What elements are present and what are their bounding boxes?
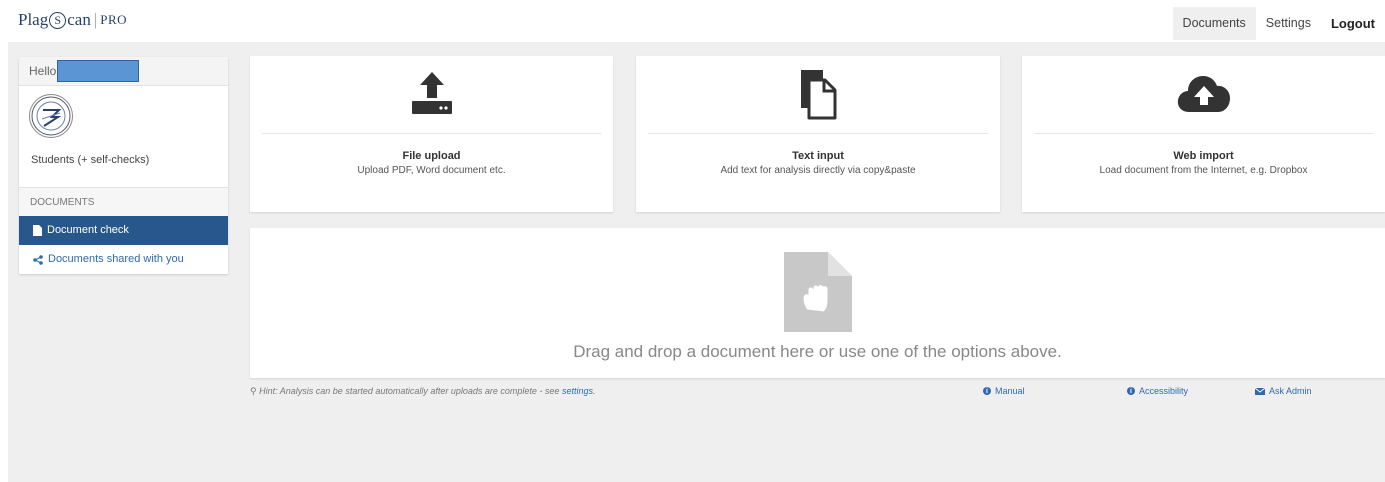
text-input-card[interactable]: Text input Add text for analysis directl… (636, 56, 1000, 212)
hint-prefix: Hint: Analysis can be started automatica… (259, 386, 562, 396)
logo-text-part1: Plag (18, 10, 49, 29)
card-divider (262, 133, 601, 134)
document-hand-icon (784, 252, 852, 332)
web-import-card[interactable]: Web import Load document from the Intern… (1022, 56, 1385, 212)
upload-icon (411, 72, 452, 114)
organization-logo-icon (29, 94, 73, 138)
section-header-documents: DOCUMENTS (19, 187, 228, 216)
top-nav: Documents Settings Logout (1172, 7, 1385, 40)
file-icon (33, 225, 42, 236)
hint-text: ⚲ Hint: Analysis can be started automati… (250, 386, 595, 397)
info-icon: i (1127, 387, 1135, 395)
file-upload-card[interactable]: File upload Upload PDF, Word document et… (250, 56, 613, 212)
card-description: Load document from the Internet, e.g. Dr… (1099, 165, 1308, 176)
logo-separator: | (93, 10, 98, 29)
card-description: Add text for analysis directly via copy&… (720, 165, 916, 176)
top-bar: Plag Scan | PRO Documents Settings Logout (0, 0, 1385, 42)
sidebar: Hello Students (+ self-checks) DOCUMENTS… (19, 57, 228, 274)
sidebar-item-shared-documents[interactable]: Documents shared with you (19, 245, 228, 274)
hello-label: Hello (29, 64, 57, 78)
card-description: Upload PDF, Word document etc. (357, 165, 506, 176)
lightbulb-icon: ⚲ (250, 386, 257, 396)
logo-s-circle: S (49, 11, 67, 29)
card-title: File upload (402, 150, 461, 162)
card-title: Web import (1173, 150, 1234, 162)
copy-icon (801, 70, 837, 120)
ask-admin-link[interactable]: Ask Admin (1255, 386, 1312, 396)
hello-bar: Hello (19, 57, 228, 86)
card-title: Text input (792, 150, 844, 162)
redacted-username (57, 60, 140, 82)
sidebar-item-label: Documents shared with you (48, 253, 184, 265)
envelope-icon (1255, 387, 1265, 395)
share-icon (33, 254, 43, 265)
card-divider (648, 133, 988, 134)
cloud-upload-icon (1177, 76, 1230, 112)
logo-text-part2: can (67, 10, 91, 29)
plagscan-logo[interactable]: Plag Scan | PRO (18, 10, 127, 30)
nav-documents[interactable]: Documents (1172, 7, 1256, 40)
drop-zone-text: Drag and drop a document here or use one… (573, 342, 1062, 361)
logo-pro: PRO (100, 12, 128, 27)
hint-suffix: . (592, 386, 596, 396)
ask-admin-label: Ask Admin (1269, 386, 1312, 396)
manual-link[interactable]: i Manual (983, 386, 1025, 396)
sidebar-item-document-check[interactable]: Document check (19, 216, 228, 245)
manual-label: Manual (995, 386, 1025, 396)
sidebar-item-label: Document check (47, 224, 129, 236)
accessibility-link[interactable]: i Accessibility (1127, 386, 1188, 396)
info-icon: i (983, 387, 991, 395)
nav-logout[interactable]: Logout (1321, 7, 1385, 40)
hint-settings-link[interactable]: settings (562, 386, 593, 396)
accessibility-label: Accessibility (1139, 386, 1189, 396)
nav-settings[interactable]: Settings (1256, 7, 1321, 40)
drop-zone[interactable]: Drag and drop a document here or use one… (250, 228, 1385, 378)
organization-name: Students (+ self-checks) (31, 154, 150, 166)
card-divider (1034, 133, 1373, 134)
